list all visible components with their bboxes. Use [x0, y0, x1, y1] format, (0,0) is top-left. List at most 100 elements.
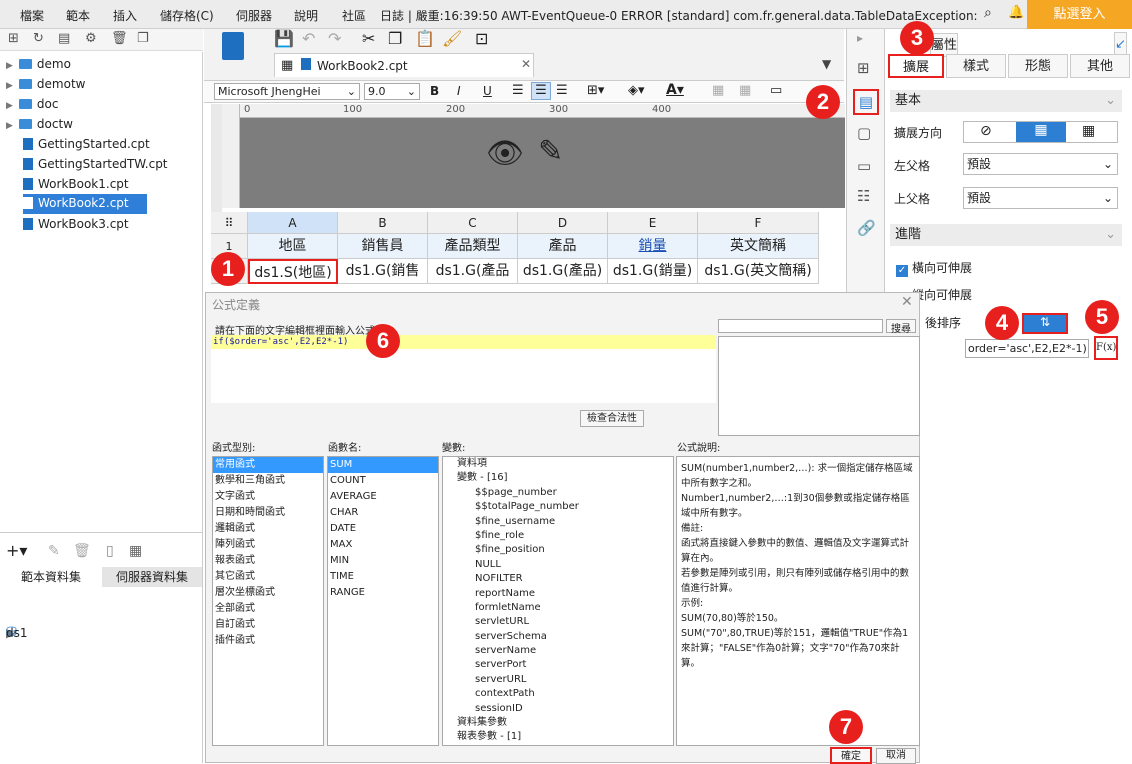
variable-list[interactable]: 資料項 變數 - [16] $$page_number $$totalPage_num… — [442, 456, 674, 746]
check-validity-button[interactable]: 檢查合法性 — [580, 410, 644, 427]
horizontal-expand-icon[interactable]: ▦ — [1082, 123, 1095, 139]
cancel-button[interactable]: 取消 — [876, 748, 916, 764]
variable-item[interactable]: contextPath — [443, 687, 673, 701]
variable-item[interactable]: serverPort — [443, 658, 673, 672]
font-color-icon[interactable]: A▾ — [666, 82, 684, 98]
align-center-icon[interactable]: ☰ — [531, 82, 551, 100]
cell-element-icon[interactable]: ⊞ — [857, 59, 870, 77]
menu-file[interactable]: 檔案 — [20, 7, 44, 24]
function-name-item[interactable]: CHAR — [328, 505, 438, 521]
search-icon[interactable]: ⌕ — [984, 5, 992, 21]
function-type-item[interactable]: 常用函式 — [213, 457, 323, 473]
function-type-list[interactable]: 常用函式 數學和三角函式 文字函式 日期和時間函式 邏輯函式 陣列函式 報表函式 其它函式 層次… — [212, 456, 324, 746]
function-type-item[interactable]: 其它函式 — [213, 569, 323, 585]
variable-item[interactable]: servletURL — [443, 615, 673, 629]
variable-item[interactable]: NOFILTER — [443, 572, 673, 586]
delete-icon[interactable]: 🗑 — [111, 31, 128, 46]
corner-cell[interactable]: ⠿ — [211, 212, 248, 234]
login-button[interactable]: 點選登入 — [1027, 0, 1132, 29]
column-header[interactable]: B — [338, 212, 428, 234]
preview-icon[interactable]: ▯ — [106, 541, 114, 561]
variable-item[interactable]: 資料項 — [443, 457, 673, 471]
variable-item[interactable]: NULL — [443, 558, 673, 572]
preview-icon[interactable]: ⊡ — [475, 29, 488, 48]
redo-icon[interactable]: ↷ — [328, 29, 341, 48]
function-type-item[interactable]: 自訂函式 — [213, 617, 323, 633]
border-icon[interactable]: ⊞▾ — [587, 83, 604, 98]
format-brush-icon[interactable]: 🖌 — [442, 29, 462, 48]
function-name-item[interactable]: MIN — [328, 553, 438, 569]
copy-icon[interactable]: ❐ — [388, 29, 402, 48]
underline-button[interactable]: U — [483, 84, 492, 98]
function-name-item[interactable]: TIME — [328, 569, 438, 585]
variable-item[interactable]: $fine_username — [443, 515, 673, 529]
add-icon[interactable]: +▾ — [6, 541, 27, 561]
function-name-item[interactable]: DATE — [328, 521, 438, 537]
grid-cell-selected[interactable]: ds1.S(地區) — [248, 259, 338, 284]
grid-cell[interactable]: ds1.G(銷售 — [338, 259, 428, 284]
function-type-item[interactable]: 日期和時間函式 — [213, 505, 323, 521]
link-icon[interactable]: 🔗 — [857, 219, 876, 237]
variable-item[interactable]: formletName — [443, 601, 673, 615]
tree-folder[interactable]: ▶ demotw — [6, 75, 85, 93]
log-message[interactable]: 日誌 | 嚴重:16:39:50 AWT-EventQueue-0 ERROR … — [380, 7, 978, 24]
variable-item[interactable]: 變數 - [16] — [443, 471, 673, 485]
variable-item[interactable]: $fine_position — [443, 543, 673, 557]
fill-color-icon[interactable]: ◈▾ — [628, 83, 645, 98]
tab-expand[interactable]: 擴展 — [888, 54, 944, 78]
ok-button[interactable]: 確定 — [830, 747, 872, 764]
sort-formula-input[interactable]: order='asc',E2,E2*-1) — [965, 339, 1089, 358]
tab-workbook2[interactable]: ▦ WorkBook2.cpt ✕ — [274, 53, 534, 77]
function-name-list[interactable]: SUM COUNT AVERAGE CHAR DATE MAX MIN TIME RANGE — [327, 456, 439, 746]
tab-template-dataset[interactable]: 範本資料集 — [0, 567, 102, 587]
grid-cell[interactable]: 產品 — [518, 234, 608, 259]
top-parent-select[interactable]: 預設 ⌄ — [963, 187, 1118, 209]
function-name-item[interactable]: SUM — [328, 457, 438, 473]
function-type-item[interactable]: 文字函式 — [213, 489, 323, 505]
sort-descending-icon[interactable]: ⇅ — [1022, 313, 1068, 334]
close-icon[interactable]: ✕ — [521, 57, 531, 71]
tree-file[interactable]: WorkBook3.cpt — [23, 215, 129, 233]
tab-server-dataset[interactable]: 伺服器資料集 — [102, 567, 202, 587]
filter-icon[interactable]: ☷ — [857, 187, 870, 205]
copy-icon[interactable]: ❐ — [137, 31, 149, 46]
dropdown-arrow-icon[interactable]: ▼ — [822, 57, 831, 71]
function-type-item[interactable]: 全部函式 — [213, 601, 323, 617]
function-name-item[interactable]: RANGE — [328, 585, 438, 601]
variable-item[interactable]: $$totalPage_number — [443, 500, 673, 514]
column-header[interactable]: D — [518, 212, 608, 234]
menu-server[interactable]: 伺服器 — [236, 7, 272, 24]
formula-editor[interactable]: if($order='asc',E2,E2*-1) — [211, 335, 716, 403]
align-right-icon[interactable]: ☰ — [556, 83, 568, 98]
column-header[interactable]: A — [248, 212, 338, 234]
function-type-item[interactable]: 邏輯函式 — [213, 521, 323, 537]
parameter-pane[interactable]: 👁 ✎ — [240, 118, 845, 208]
font-family-select[interactable]: Microsoft JhengHei ⌄ — [214, 83, 360, 100]
function-type-item[interactable]: 插件函式 — [213, 633, 323, 649]
align-left-icon[interactable]: ☰ — [512, 83, 524, 98]
variable-item[interactable]: $$page_number — [443, 486, 673, 500]
undo-icon[interactable]: ↶ — [302, 29, 315, 48]
section-advanced[interactable]: 進階 ⌄ — [890, 224, 1122, 246]
variable-item[interactable]: serverURL — [443, 673, 673, 687]
menu-help[interactable]: 說明 — [294, 7, 318, 24]
variable-item[interactable]: serverSchema — [443, 630, 673, 644]
function-name-item[interactable]: MAX — [328, 537, 438, 553]
tree-file[interactable]: GettingStarted.cpt — [23, 135, 150, 153]
left-parent-select[interactable]: 預設 ⌄ — [963, 153, 1118, 175]
grid-cell[interactable]: 銷售員 — [338, 234, 428, 259]
variable-item[interactable]: 資料集參數 — [443, 716, 673, 730]
section-basic[interactable]: 基本 ⌄ — [890, 90, 1122, 112]
tree-folder[interactable]: ▶ doc — [6, 95, 58, 113]
tab-style[interactable]: 樣式 — [946, 54, 1006, 78]
cell-attribute-icon[interactable]: ▤ — [853, 89, 879, 115]
variable-item[interactable]: sessionID — [443, 702, 673, 716]
bell-icon[interactable]: 🔔 — [1008, 5, 1024, 20]
grid-cell[interactable]: 英文簡稱 — [698, 234, 819, 259]
close-icon[interactable]: ✕ — [901, 294, 913, 310]
formula-text[interactable]: if($order='asc',E2,E2*-1) — [211, 335, 716, 349]
function-name-item[interactable]: AVERAGE — [328, 489, 438, 505]
edit-icon[interactable]: ✎ — [48, 541, 60, 561]
hidden-eye-icon[interactable]: 👁 — [486, 136, 524, 171]
edit-pencil-icon[interactable]: ✎ — [538, 134, 563, 169]
